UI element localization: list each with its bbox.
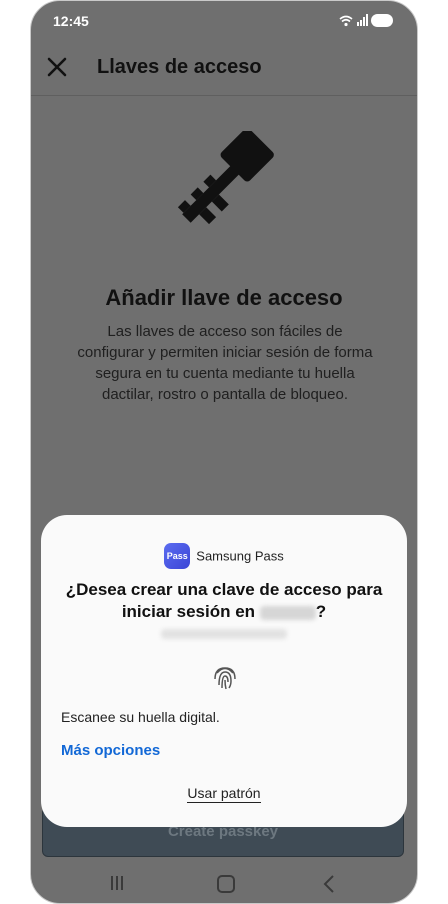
wifi-icon xyxy=(339,15,353,27)
passkey-bottom-sheet: Pass Samsung Pass ¿Desea crear una clave … xyxy=(41,515,407,827)
recent-apps-icon[interactable] xyxy=(109,875,125,891)
account-row xyxy=(41,625,407,641)
back-icon[interactable] xyxy=(323,875,335,893)
passkey-description: Las llaves de acceso son fáciles de conf… xyxy=(77,323,373,403)
samsung-pass-logo: Pass xyxy=(164,543,191,569)
nav-bar xyxy=(31,863,417,903)
fingerprint-icon xyxy=(214,667,236,690)
add-passkey-heading: Añadir llave de acceso xyxy=(105,285,343,310)
redacted-site xyxy=(259,605,316,620)
app-bar: Llaves de acceso xyxy=(31,41,417,96)
use-pattern-label: Usar patrón xyxy=(187,785,261,803)
status-bar: 12:45 xyxy=(31,1,417,41)
page-title: Llaves de acceso xyxy=(97,56,262,78)
status-time: 12:45 xyxy=(53,13,89,29)
create-passkey-question: ¿Desea crear una clave de acceso para in… xyxy=(63,579,385,623)
close-icon[interactable] xyxy=(45,55,69,79)
home-icon[interactable] xyxy=(217,875,235,893)
phone: 12:45 Llaves de acceso Añadir llave de a… xyxy=(30,0,418,904)
question-suffix: ? xyxy=(315,602,327,621)
redacted-account xyxy=(161,628,287,639)
signal-icon xyxy=(357,14,368,26)
provider-row: Pass Samsung Pass xyxy=(41,543,407,569)
more-options-link[interactable]: Más opciones xyxy=(61,742,160,759)
screen: 12:45 Llaves de acceso Añadir llave de a… xyxy=(30,0,418,904)
battery-icon xyxy=(371,14,393,27)
question-text: ¿Desea crear una clave de acceso para in… xyxy=(65,580,383,621)
provider-name: Samsung Pass xyxy=(196,548,284,564)
use-pattern-button[interactable]: Usar patrón xyxy=(41,785,407,803)
scan-instruction: Escanee su huella digital. xyxy=(61,709,220,725)
key-icon xyxy=(177,131,274,225)
